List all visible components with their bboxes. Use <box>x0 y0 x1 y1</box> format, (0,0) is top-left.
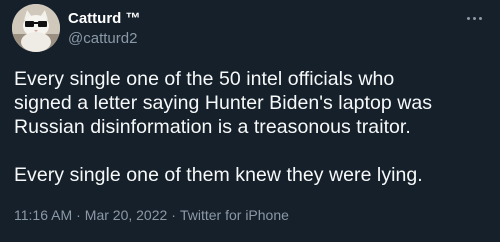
tweet-meta: 11:16 AM · Mar 20, 2022 · Twitter for iPhone <box>14 207 289 223</box>
more-dot <box>472 16 476 20</box>
tweet-line: Every single one of the 50 intel officia… <box>14 68 395 90</box>
tweet-line: Every single one of them knew they were … <box>14 164 423 186</box>
name-row: Catturd ™ <box>68 8 428 28</box>
tweet-line: signed a letter saying Hunter Biden's la… <box>14 92 433 114</box>
tweet-card: Catturd ™ @catturd2 Every single one of … <box>0 0 500 242</box>
tweet-line: Russian disinformation is a treasonous t… <box>14 116 411 138</box>
tweet-header: Catturd ™ @catturd2 <box>68 8 428 48</box>
tweet-text: Every single one of the 50 intel officia… <box>14 67 492 187</box>
tweet-source[interactable]: Twitter for iPhone <box>180 207 289 223</box>
more-horizontal-icon[interactable] <box>462 8 486 28</box>
display-name[interactable]: Catturd ™ <box>68 10 141 27</box>
meta-separator: · <box>76 207 81 223</box>
user-handle[interactable]: @catturd2 <box>68 30 428 47</box>
meta-separator: · <box>171 207 176 223</box>
more-dot <box>466 16 470 20</box>
tweet-time[interactable]: 11:16 AM <box>14 207 72 223</box>
tweet-date[interactable]: Mar 20, 2022 <box>85 207 168 223</box>
avatar[interactable] <box>12 4 60 52</box>
cat-avatar-icon <box>12 4 60 52</box>
more-dot <box>478 16 482 20</box>
